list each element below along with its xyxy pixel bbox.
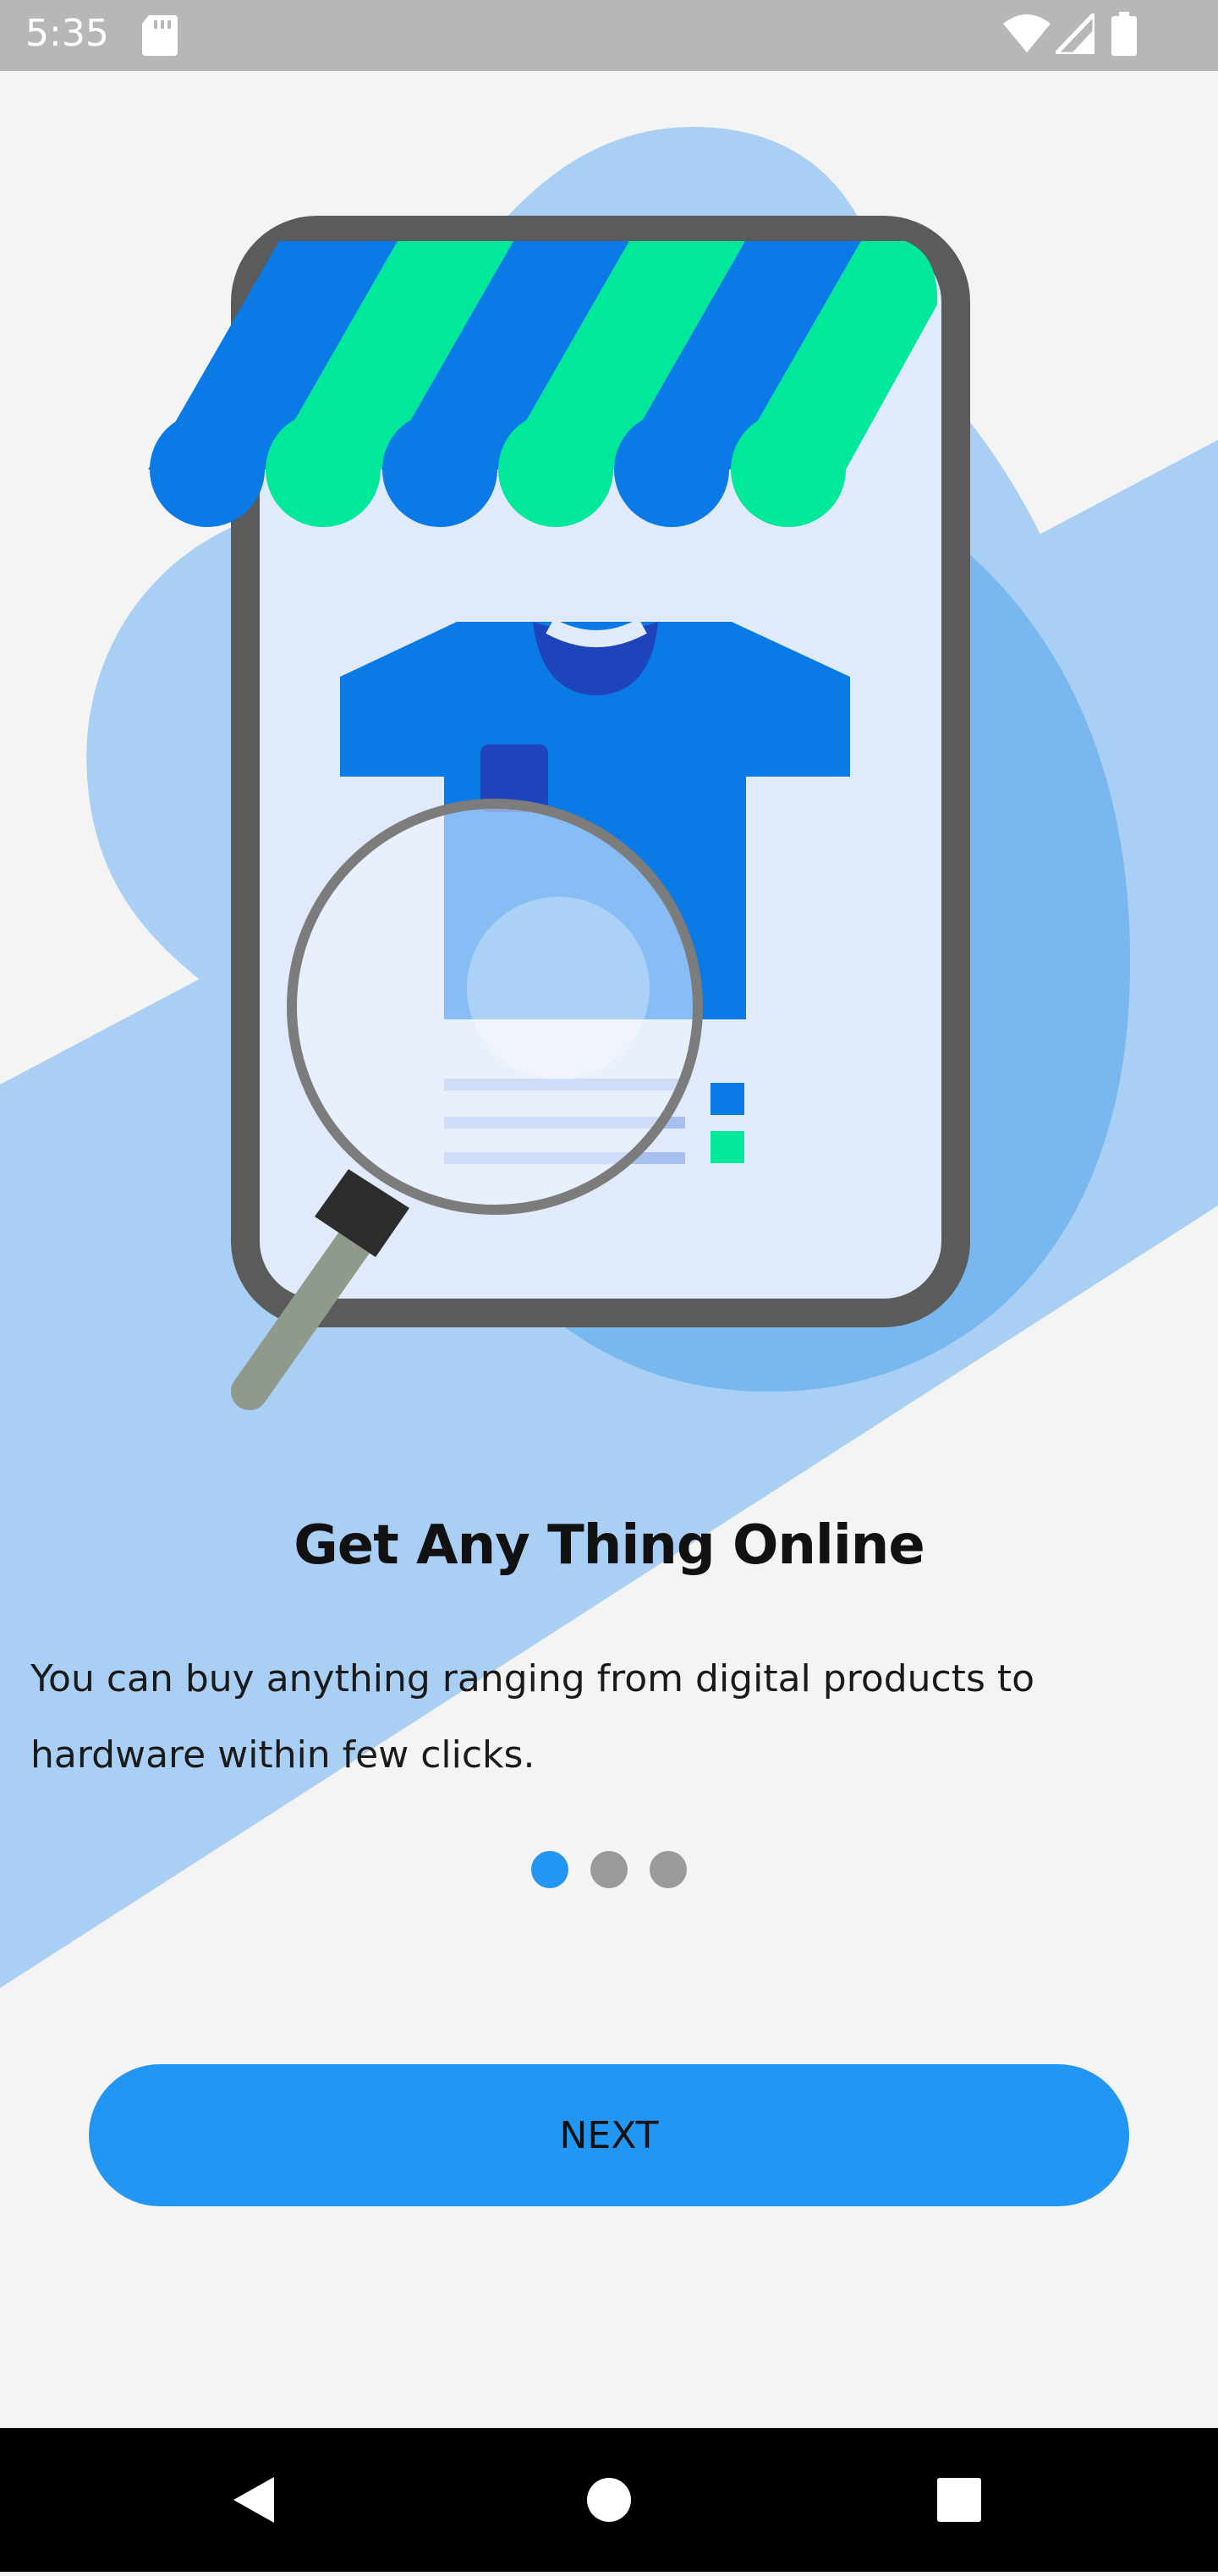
page-indicator-dot-2[interactable] [590, 1851, 628, 1888]
onboarding-title: Get Any Thing Online [294, 1514, 925, 1577]
page-indicator-dot-1[interactable] [531, 1851, 568, 1888]
sd-card-icon [142, 15, 178, 56]
battery-icon [1111, 12, 1137, 56]
status-bar: 5:35 [0, 0, 1218, 71]
back-icon [233, 2477, 274, 2523]
next-button[interactable]: NEXT [89, 2064, 1129, 2206]
cellular-signal-icon [1056, 14, 1095, 54]
recents-icon [937, 2478, 981, 2522]
shop-illustration [86, 127, 1131, 1410]
nav-recents-button[interactable] [875, 2428, 1044, 2572]
wifi-icon [1003, 14, 1051, 52]
nav-home-button[interactable] [524, 2428, 694, 2572]
home-icon [587, 2478, 631, 2522]
status-time: 5:35 [25, 12, 109, 55]
navigation-bar [0, 2428, 1218, 2572]
onboarding-description: You can buy anything ranging from digita… [30, 1657, 1035, 1777]
page-indicator-dot-3[interactable] [650, 1851, 687, 1888]
nav-back-button[interactable] [169, 2428, 338, 2572]
